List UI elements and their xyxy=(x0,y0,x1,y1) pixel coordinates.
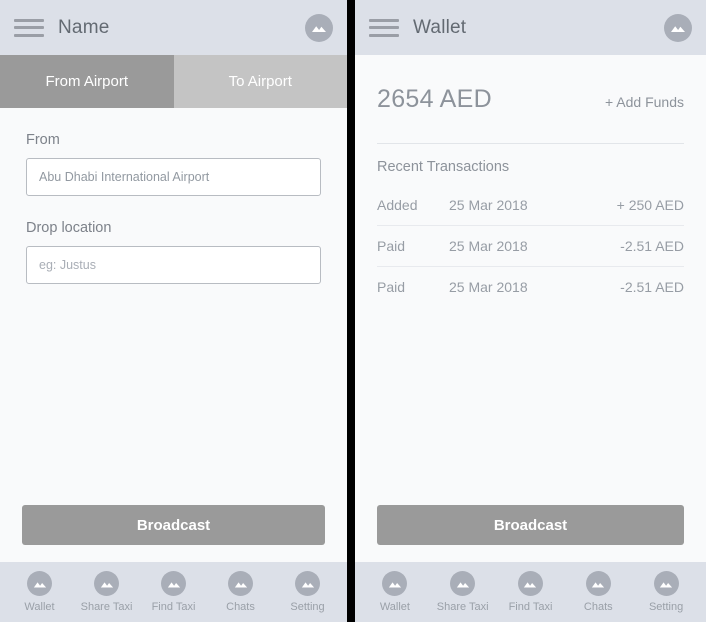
nav-item-share-taxi[interactable]: Share Taxi xyxy=(429,571,497,613)
txn-amount: -2.51 AED xyxy=(620,238,684,254)
table-row[interactable]: Added 25 Mar 2018 + 250 AED xyxy=(377,185,684,226)
txn-amount: + 250 AED xyxy=(616,197,684,213)
nav-label-setting: Setting xyxy=(290,601,325,613)
tab-to-airport[interactable]: To Airport xyxy=(173,55,347,108)
wallet-icon xyxy=(27,571,52,596)
txn-type: Added xyxy=(377,197,418,213)
nav-label-wallet: Wallet xyxy=(24,601,55,613)
txn-type: Paid xyxy=(377,238,406,254)
chats-icon xyxy=(228,571,253,596)
trip-direction-tabs: From Airport To Airport xyxy=(0,55,347,108)
nav-label-chats: Chats xyxy=(583,601,613,613)
screen-book-ride: Name From Airport To Airport From Drop l… xyxy=(0,0,347,622)
dual-screen-mockup: Name From Airport To Airport From Drop l… xyxy=(0,0,706,622)
nav-label-share-taxi: Share Taxi xyxy=(80,601,133,613)
wallet-body: 2654 AED + Add Funds Recent Transactions… xyxy=(355,55,706,562)
nav-item-setting[interactable]: Setting xyxy=(632,571,700,613)
nav-item-share-taxi[interactable]: Share Taxi xyxy=(73,571,140,613)
wallet-summary: 2654 AED + Add Funds xyxy=(355,55,706,114)
avatar[interactable] xyxy=(305,13,333,42)
wallet-balance: 2654 AED xyxy=(377,85,492,113)
page-title: Name xyxy=(58,16,110,38)
broadcast-button[interactable]: Broadcast xyxy=(22,505,325,545)
drop-location-input[interactable] xyxy=(26,246,321,284)
table-row[interactable]: Paid 25 Mar 2018 -2.51 AED xyxy=(377,267,684,307)
recent-transactions-title: Recent Transactions xyxy=(377,159,510,175)
txn-type: Paid xyxy=(377,279,406,295)
page-title: Wallet xyxy=(413,16,467,38)
txn-date: 25 Mar 2018 xyxy=(449,238,528,254)
nav-label-find-taxi: Find Taxi xyxy=(508,601,553,613)
setting-icon xyxy=(653,571,679,596)
txn-amount: -2.51 AED xyxy=(620,279,684,295)
from-label: From xyxy=(26,132,60,148)
wallet-icon xyxy=(382,571,408,596)
nav-label-chats: Chats xyxy=(226,601,255,613)
app-header-right: Wallet xyxy=(355,0,706,55)
avatar[interactable] xyxy=(664,13,692,42)
nav-item-wallet[interactable]: Wallet xyxy=(361,571,429,613)
nav-item-wallet[interactable]: Wallet xyxy=(6,571,73,613)
nav-item-find-taxi[interactable]: Find Taxi xyxy=(497,571,565,613)
nav-item-setting[interactable]: Setting xyxy=(274,571,341,613)
setting-icon xyxy=(295,571,320,596)
table-row[interactable]: Paid 25 Mar 2018 -2.51 AED xyxy=(377,226,684,267)
bottom-nav-left: Wallet Share Taxi Find Taxi Chats Settin… xyxy=(0,562,347,622)
share-taxi-icon xyxy=(450,571,476,596)
find-taxi-icon xyxy=(161,571,186,596)
nav-label-wallet: Wallet xyxy=(379,601,410,613)
app-header-left: Name xyxy=(0,0,347,55)
hamburger-menu-icon[interactable] xyxy=(369,18,399,37)
nav-item-find-taxi[interactable]: Find Taxi xyxy=(140,571,207,613)
chats-icon xyxy=(585,571,611,596)
ride-form: From Drop location Broadcast xyxy=(0,108,347,562)
nav-item-chats[interactable]: Chats xyxy=(564,571,632,613)
hamburger-menu-icon[interactable] xyxy=(14,18,44,37)
find-taxi-icon xyxy=(517,571,543,596)
nav-label-setting: Setting xyxy=(648,601,684,613)
drop-location-label: Drop location xyxy=(26,220,112,236)
add-funds-button[interactable]: + Add Funds xyxy=(605,94,684,110)
screen-wallet: Wallet 2654 AED + Add Funds Recent Trans… xyxy=(355,0,706,622)
tab-from-airport[interactable]: From Airport xyxy=(0,55,174,108)
transactions-list: Added 25 Mar 2018 + 250 AED Paid 25 Mar … xyxy=(377,185,684,307)
share-taxi-icon xyxy=(94,571,119,596)
nav-label-find-taxi: Find Taxi xyxy=(151,601,196,613)
bottom-nav-right: Wallet Share Taxi Find Taxi Chats Settin… xyxy=(355,562,706,622)
txn-date: 25 Mar 2018 xyxy=(449,197,528,213)
screen-divider xyxy=(347,0,355,622)
nav-item-chats[interactable]: Chats xyxy=(207,571,274,613)
broadcast-button[interactable]: Broadcast xyxy=(377,505,684,545)
from-input[interactable] xyxy=(26,158,321,196)
nav-label-share-taxi: Share Taxi xyxy=(436,601,489,613)
txn-date: 25 Mar 2018 xyxy=(449,279,528,295)
